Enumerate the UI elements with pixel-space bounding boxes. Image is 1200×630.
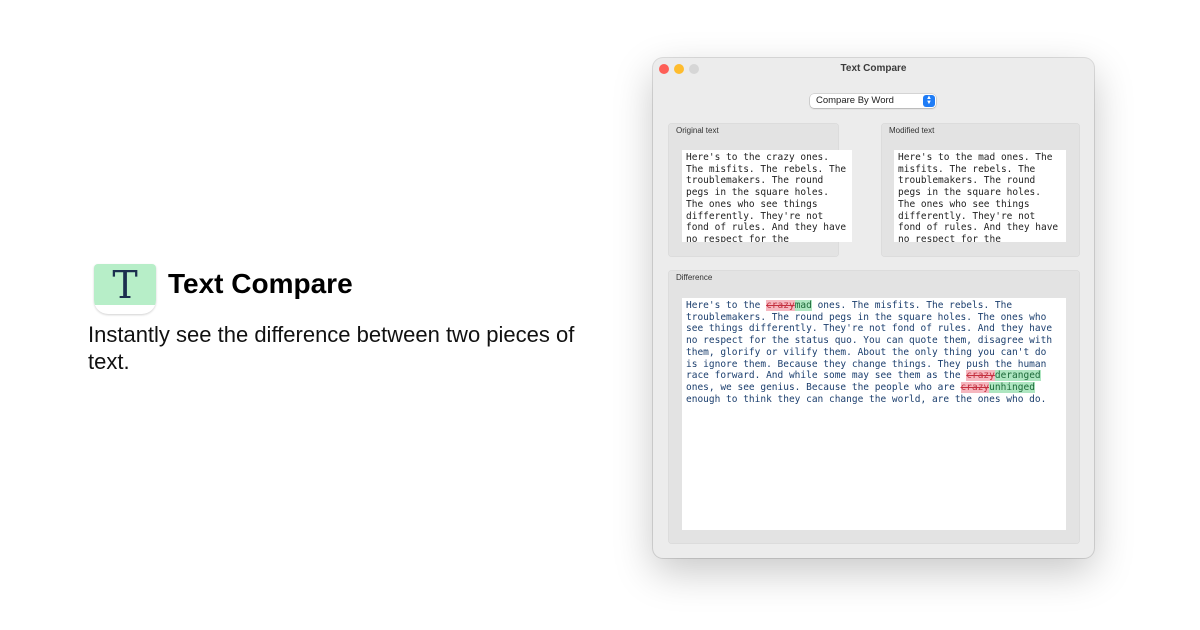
difference-label: Difference xyxy=(676,273,713,282)
compare-mode-select[interactable]: Compare By Word ▲ ▼ xyxy=(810,94,936,108)
diff-inserted-word: mad xyxy=(794,300,812,311)
tagline: Instantly see the difference between two… xyxy=(88,322,575,374)
diff-deleted-word: crazy xyxy=(766,300,795,311)
diff-unchanged: ones. The misfits. The rebels. The troub… xyxy=(686,300,1053,382)
difference-output[interactable]: Here's to the crazymad ones. The misfits… xyxy=(682,298,1066,530)
diff-inserted-word: deranged xyxy=(994,370,1041,382)
modified-text-label: Modified text xyxy=(889,126,935,135)
app-icon-letter: T xyxy=(94,264,156,305)
diff-unchanged: Here's to the xyxy=(686,300,767,311)
difference-panel: Difference Here's to the crazymad ones. … xyxy=(668,270,1080,544)
modified-text-input[interactable]: Here's to the mad ones. The misfits. The… xyxy=(894,150,1066,242)
original-text-label: Original text xyxy=(676,126,719,135)
window-title: Text Compare xyxy=(840,63,907,74)
chevron-up-down-icon: ▲ ▼ xyxy=(923,95,935,107)
diff-unchanged: enough to think they can change the worl… xyxy=(686,393,1047,405)
diff-unchanged: ones, we see genius. Because the people … xyxy=(686,381,961,393)
title-bar: Text Compare xyxy=(653,58,1094,80)
compare-mode-value: Compare By Word xyxy=(816,95,894,106)
app-name: Text Compare xyxy=(168,268,353,299)
diff-deleted-word: crazy xyxy=(966,370,995,382)
original-text-panel: Original text Here's to the crazy ones. … xyxy=(668,123,852,257)
diff-deleted-word: crazy xyxy=(960,381,990,393)
app-icon: T xyxy=(94,264,156,314)
modified-text-panel: Modified text Here's to the mad ones. Th… xyxy=(881,123,1080,257)
app-window: Text Compare Compare By Word ▲ ▼ Original… xyxy=(653,58,1094,558)
original-text-input[interactable]: Here's to the crazy ones. The misfits. T… xyxy=(682,150,852,242)
diff-inserted-word: unhinged xyxy=(989,381,1035,393)
